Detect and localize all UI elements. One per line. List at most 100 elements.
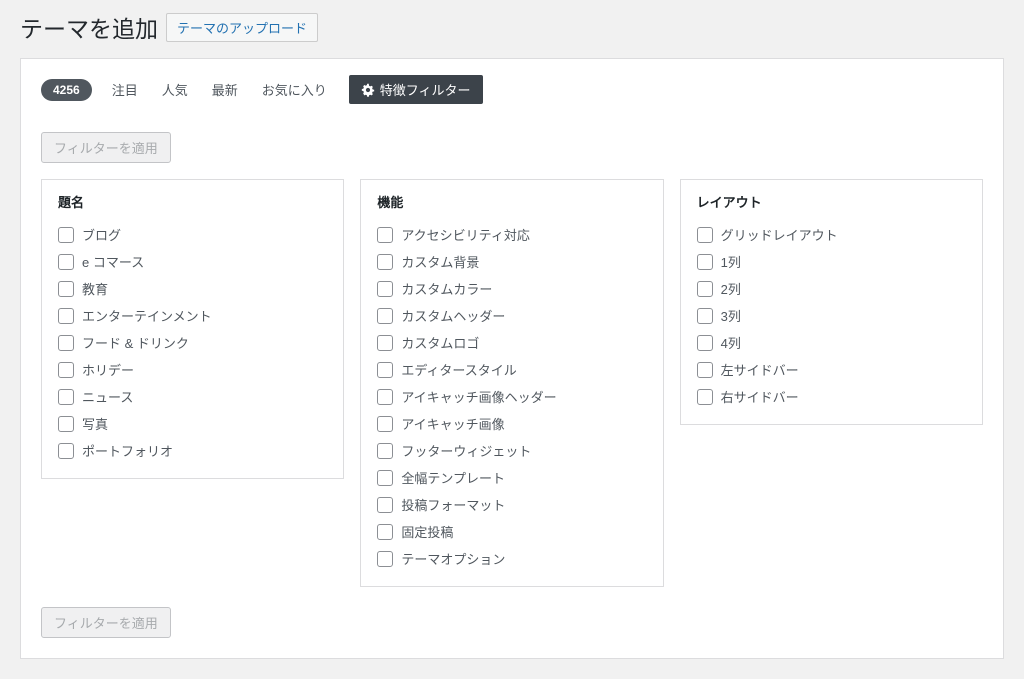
filter-option[interactable]: 右サイドバー [697, 383, 966, 410]
filter-checkbox[interactable] [58, 389, 74, 405]
filter-option[interactable]: エンターテインメント [58, 302, 327, 329]
filter-option-label: アイキャッチ画像 [401, 414, 504, 433]
filter-checkbox[interactable] [58, 281, 74, 297]
filter-option[interactable]: カスタムヘッダー [377, 302, 646, 329]
filter-option[interactable]: カスタムロゴ [377, 329, 646, 356]
filter-option-label: 2列 [721, 279, 741, 298]
tab-featured[interactable]: 注目 [102, 76, 148, 103]
filter-option-label: フッターウィジェット [401, 441, 531, 460]
filter-checkbox[interactable] [697, 308, 713, 324]
filter-group-subject: 題名 ブログ e コマース教育エンターテインメントフード & ドリンクホリデーニュ… [41, 179, 344, 479]
filter-option[interactable]: カスタム背景 [377, 248, 646, 275]
filter-group-layout: レイアウト グリッドレイアウト 1列 2列 3列 4列左サイドバー右サイドバー [680, 179, 983, 425]
filter-option[interactable]: エディタースタイル [377, 356, 646, 383]
filter-option[interactable]: アクセシビリティ対応 [377, 221, 646, 248]
filter-checkbox[interactable] [58, 254, 74, 270]
filter-checkbox[interactable] [697, 281, 713, 297]
tab-popular[interactable]: 人気 [152, 76, 198, 103]
filter-option[interactable]: ニュース [58, 383, 327, 410]
filter-checkbox[interactable] [377, 227, 393, 243]
filter-option-label: 左サイドバー [721, 360, 799, 379]
filter-checkbox[interactable] [377, 281, 393, 297]
filter-list-subject: ブログ e コマース教育エンターテインメントフード & ドリンクホリデーニュース写… [58, 221, 327, 464]
filter-option[interactable]: 教育 [58, 275, 327, 302]
filter-checkbox[interactable] [377, 443, 393, 459]
gear-icon [361, 83, 375, 97]
tab-favorites[interactable]: お気に入り [252, 76, 337, 103]
filter-columns: 題名 ブログ e コマース教育エンターテインメントフード & ドリンクホリデーニュ… [41, 179, 983, 587]
theme-browser-panel: 4256 注目 人気 最新 お気に入り 特徴フィルター フィルターを適用 題名 … [20, 58, 1004, 659]
filter-option-label: 4列 [721, 333, 741, 352]
upload-theme-button[interactable]: テーマのアップロード [166, 13, 318, 42]
filter-checkbox[interactable] [58, 416, 74, 432]
filter-heading-layout: レイアウト [697, 192, 966, 211]
filter-option[interactable]: 投稿フォーマット [377, 491, 646, 518]
filter-checkbox[interactable] [58, 335, 74, 351]
filter-checkbox[interactable] [377, 551, 393, 567]
filter-checkbox[interactable] [377, 416, 393, 432]
filter-option-label: アイキャッチ画像ヘッダー [401, 387, 556, 406]
filter-option[interactable]: 1列 [697, 248, 966, 275]
filter-checkbox[interactable] [377, 308, 393, 324]
filter-option-label: テーマオプション [401, 549, 505, 568]
filter-checkbox[interactable] [377, 389, 393, 405]
filter-option[interactable]: 4列 [697, 329, 966, 356]
filter-checkbox[interactable] [697, 362, 713, 378]
filter-option[interactable]: 左サイドバー [697, 356, 966, 383]
filter-checkbox[interactable] [377, 335, 393, 351]
filter-option-label: 教育 [82, 279, 108, 298]
filter-checkbox[interactable] [697, 227, 713, 243]
filter-option[interactable]: e コマース [58, 248, 327, 275]
filter-option[interactable]: フッターウィジェット [377, 437, 646, 464]
filter-option-label: グリッドレイアウト [721, 225, 838, 244]
filter-option-label: 投稿フォーマット [401, 495, 505, 514]
filter-option[interactable]: ブログ [58, 221, 327, 248]
filter-option-label: カスタムヘッダー [401, 306, 505, 325]
filter-checkbox[interactable] [377, 254, 393, 270]
filter-group-features: 機能 アクセシビリティ対応カスタム背景カスタムカラーカスタムヘッダーカスタムロゴ… [360, 179, 663, 587]
filter-option[interactable]: アイキャッチ画像ヘッダー [377, 383, 646, 410]
filter-checkbox[interactable] [377, 470, 393, 486]
filter-option-label: e コマース [82, 252, 144, 271]
filter-option-label: アクセシビリティ対応 [401, 225, 530, 244]
filter-option[interactable]: フード & ドリンク [58, 329, 327, 356]
filter-checkbox[interactable] [377, 524, 393, 540]
filter-option[interactable]: カスタムカラー [377, 275, 646, 302]
filter-option-label: ブログ [82, 225, 121, 244]
filter-option[interactable]: アイキャッチ画像 [377, 410, 646, 437]
filter-option-label: 右サイドバー [721, 387, 799, 406]
page-title: テーマを追加 [20, 10, 158, 44]
filter-checkbox[interactable] [377, 362, 393, 378]
feature-filter-label: 特徴フィルター [380, 80, 471, 99]
filter-option[interactable]: ホリデー [58, 356, 327, 383]
filter-option[interactable]: グリッドレイアウト [697, 221, 966, 248]
filter-checkbox[interactable] [58, 227, 74, 243]
filter-option[interactable]: 固定投稿 [377, 518, 646, 545]
filter-option[interactable]: 全幅テンプレート [377, 464, 646, 491]
page-header: テーマを追加 テーマのアップロード [20, 10, 1004, 44]
filter-checkbox[interactable] [58, 308, 74, 324]
filter-option-label: カスタムロゴ [401, 333, 479, 352]
filter-checkbox[interactable] [697, 389, 713, 405]
filter-checkbox[interactable] [58, 362, 74, 378]
filter-checkbox[interactable] [697, 335, 713, 351]
filter-checkbox[interactable] [58, 443, 74, 459]
apply-filters-button-bottom[interactable]: フィルターを適用 [41, 607, 171, 638]
tab-feature-filter[interactable]: 特徴フィルター [349, 75, 483, 104]
filter-option[interactable]: ポートフォリオ [58, 437, 327, 464]
filter-option[interactable]: 3列 [697, 302, 966, 329]
filter-checkbox[interactable] [697, 254, 713, 270]
filter-option[interactable]: テーマオプション [377, 545, 646, 572]
theme-count-badge: 4256 [41, 79, 92, 101]
filter-checkbox[interactable] [377, 497, 393, 513]
filter-option-label: 全幅テンプレート [401, 468, 505, 487]
filter-option-label: 1列 [721, 252, 741, 271]
tab-latest[interactable]: 最新 [202, 76, 248, 103]
filter-option[interactable]: 写真 [58, 410, 327, 437]
filter-option-label: 固定投稿 [401, 522, 453, 541]
filter-heading-subject: 題名 [58, 192, 327, 211]
apply-filters-button-top[interactable]: フィルターを適用 [41, 132, 171, 163]
filter-option-label: カスタムカラー [401, 279, 492, 298]
filter-option[interactable]: 2列 [697, 275, 966, 302]
filter-option-label: カスタム背景 [401, 252, 479, 271]
